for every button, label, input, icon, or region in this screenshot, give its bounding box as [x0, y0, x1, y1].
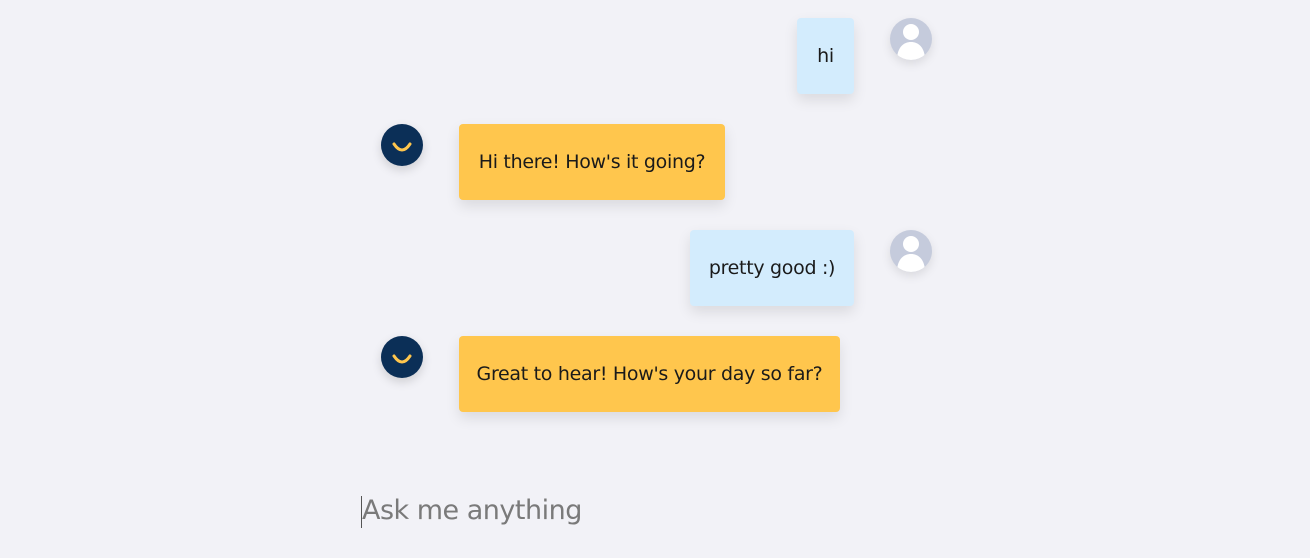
chat-input[interactable]	[360, 490, 962, 530]
message-text: Hi there! How's it going?	[478, 151, 706, 173]
bot-avatar-icon	[381, 124, 423, 166]
user-avatar-icon	[890, 18, 932, 60]
user-message-bubble: pretty good :)	[690, 230, 854, 306]
message-text: hi	[817, 45, 834, 67]
message-text: Great to hear! How's your day so far?	[476, 363, 823, 385]
message-text: pretty good :)	[708, 257, 836, 279]
bot-avatar-icon	[381, 336, 423, 378]
bot-message-bubble: Great to hear! How's your day so far?	[459, 336, 840, 412]
text-cursor	[361, 496, 362, 528]
user-avatar-icon	[890, 230, 932, 272]
user-message-bubble: hi	[797, 18, 854, 94]
message-composer	[360, 490, 962, 530]
bot-message-bubble: Hi there! How's it going?	[459, 124, 725, 200]
chat-conversation: hi Hi there! How's it going? pretty good…	[0, 0, 1310, 558]
